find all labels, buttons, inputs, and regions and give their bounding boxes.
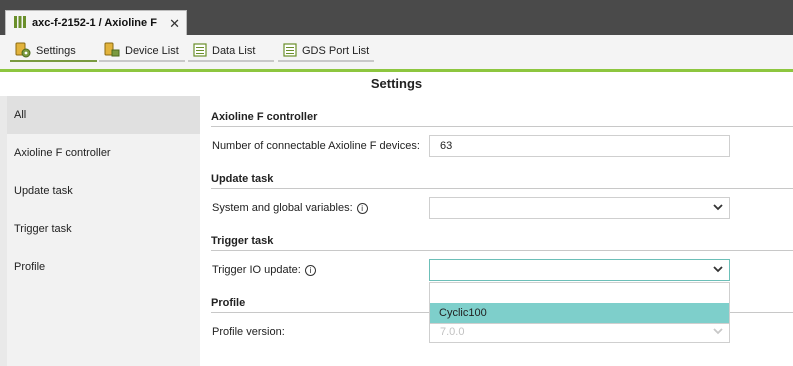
- sidebar-item-update-task[interactable]: Update task: [7, 172, 200, 210]
- gds-port-list-icon: [283, 42, 297, 60]
- tab-device-list-label: Device List: [125, 45, 179, 57]
- tab-device-list[interactable]: Device List: [99, 42, 185, 62]
- profile-version-select: 7.0.0: [429, 321, 730, 343]
- tab-settings-label: Settings: [36, 45, 76, 57]
- device-list-icon: [104, 42, 120, 61]
- system-global-variables-select[interactable]: [429, 197, 730, 219]
- tab-settings[interactable]: Settings: [10, 42, 97, 62]
- system-global-variables-label: System and global variables: i: [212, 202, 368, 214]
- connectable-devices-label-text: Number of connectable Axioline F devices…: [212, 140, 420, 152]
- sidebar-item-profile[interactable]: Profile: [7, 248, 200, 286]
- trigger-io-update-label: Trigger IO update: i: [212, 264, 316, 276]
- connectable-devices-label: Number of connectable Axioline F devices…: [212, 140, 420, 152]
- trigger-io-update-select[interactable]: [429, 259, 730, 281]
- close-icon[interactable]: ✕: [169, 16, 180, 32]
- info-icon[interactable]: i: [304, 264, 316, 276]
- connectable-devices-field[interactable]: 63: [429, 135, 730, 157]
- tab-data-list[interactable]: Data List: [188, 42, 274, 62]
- controller-icon: [14, 15, 26, 32]
- system-global-variables-label-text: System and global variables:: [212, 202, 353, 214]
- settings-content: Axioline F controller Number of connecta…: [200, 96, 793, 366]
- info-icon[interactable]: i: [356, 202, 368, 214]
- window-top-strip: [0, 0, 793, 8]
- dropdown-option-cyclic100[interactable]: Cyclic100: [430, 303, 729, 323]
- tab-gds-port-list[interactable]: GDS Port List: [278, 42, 374, 62]
- sidebar-item-trigger-task[interactable]: Trigger task: [7, 210, 200, 248]
- chevron-down-icon: [713, 204, 723, 211]
- trigger-io-update-dropdown: Cyclic100: [429, 282, 730, 324]
- left-gutter: [0, 96, 7, 366]
- section-title-update-task: Update task: [211, 173, 793, 189]
- chevron-down-icon: [713, 328, 723, 335]
- dropdown-option-empty[interactable]: [430, 283, 729, 303]
- editor-toolbar: Settings Device List Data List GDS Port …: [0, 35, 793, 69]
- tab-data-list-label: Data List: [212, 45, 256, 57]
- document-tab[interactable]: axc-f-2152-1 / Axioline F ✕: [5, 10, 187, 35]
- trigger-io-update-label-text: Trigger IO update:: [212, 264, 301, 276]
- sidebar-item-axioline-f-controller[interactable]: Axioline F controller: [7, 134, 200, 172]
- document-tab-bar: axc-f-2152-1 / Axioline F ✕: [0, 8, 793, 35]
- settings-sidebar: All Axioline F controller Update task Tr…: [7, 96, 200, 366]
- profile-version-label: Profile version:: [212, 326, 285, 338]
- profile-version-value: 7.0.0: [440, 326, 465, 338]
- tab-gds-port-list-label: GDS Port List: [302, 45, 370, 57]
- document-tab-title: axc-f-2152-1 / Axioline F: [32, 17, 157, 29]
- profile-version-label-text: Profile version:: [212, 326, 285, 338]
- data-list-icon: [193, 42, 207, 60]
- section-title-trigger-task: Trigger task: [211, 235, 793, 251]
- settings-icon: [15, 42, 31, 61]
- section-title-axioline: Axioline F controller: [211, 111, 793, 127]
- sidebar-item-all[interactable]: All: [7, 96, 200, 134]
- page-title: Settings: [370, 76, 423, 91]
- chevron-down-icon: [713, 266, 723, 273]
